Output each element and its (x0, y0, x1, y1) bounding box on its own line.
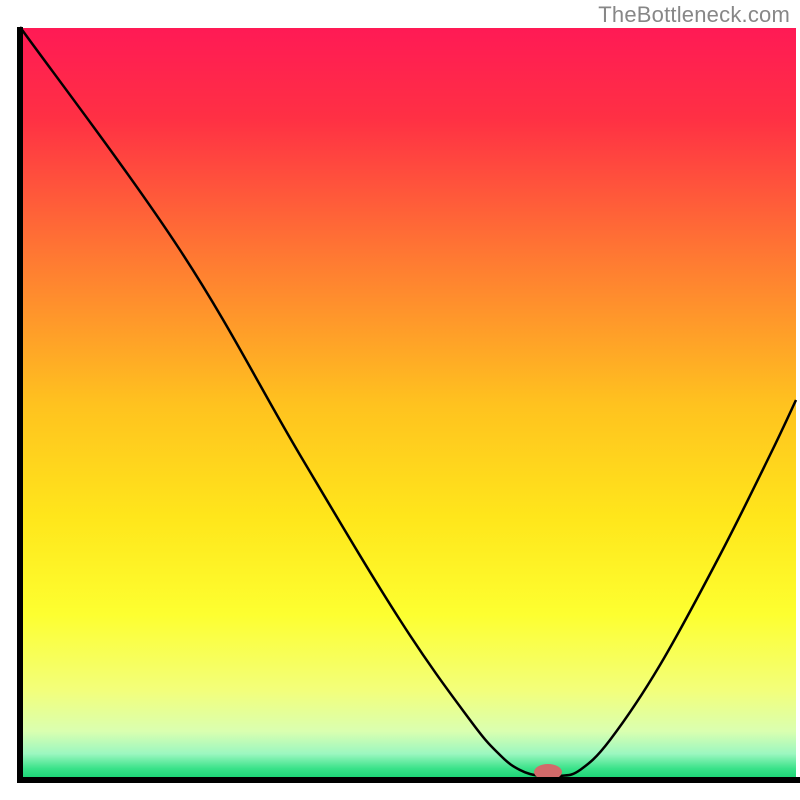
watermark-text: TheBottleneck.com (598, 2, 790, 28)
plot-background (20, 28, 796, 780)
chart-container: TheBottleneck.com (0, 0, 800, 800)
bottleneck-chart (0, 0, 800, 800)
